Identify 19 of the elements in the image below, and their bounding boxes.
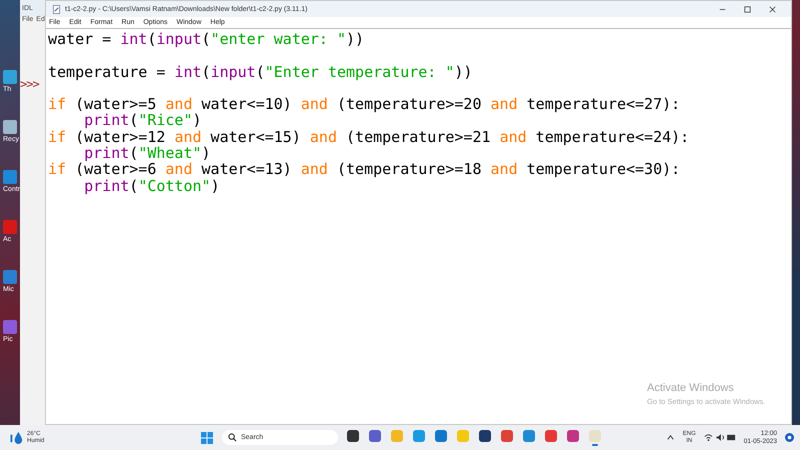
raindrop-icon[interactable] xyxy=(10,431,23,444)
activation-title: Activate Windows xyxy=(647,382,735,394)
code-line: print("Wheat") xyxy=(83,144,211,162)
code-line: temperature = int(input("Enter temperature: ")) xyxy=(48,62,472,81)
code-line: print("Cotton") xyxy=(83,176,220,195)
shell-prompt: >>> xyxy=(20,77,40,91)
code-line: water = int(input("enter water: ")) xyxy=(48,30,364,48)
chevron-up-icon[interactable] xyxy=(666,433,675,442)
notification-icon[interactable] xyxy=(785,433,794,442)
code-line: if (water>=5 and water<=10) and (temperature>=20 and temperature<=27): xyxy=(48,95,680,114)
document-icon xyxy=(52,4,61,14)
network-volume-battery-icon[interactable] xyxy=(704,432,736,443)
maximize-icon[interactable] xyxy=(743,4,752,14)
code-line: if (water>=12 and water<=15) and (temperature>=21 and temperature<=24): xyxy=(48,128,690,146)
code-line: if (water>=6 and water<=13) and (temperature>=18 and temperature<=30): xyxy=(48,160,680,178)
close-icon[interactable] xyxy=(768,4,777,14)
search-icon xyxy=(228,433,237,442)
code-line: print("Rice") xyxy=(83,111,202,130)
start-icon[interactable] xyxy=(200,430,214,444)
